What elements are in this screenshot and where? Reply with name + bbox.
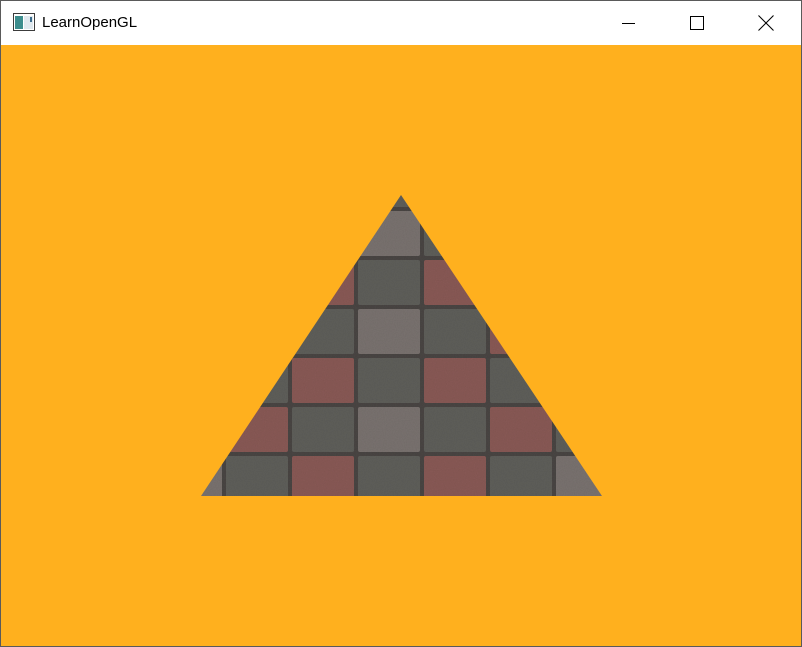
texture-tile: [622, 211, 684, 256]
texture-tile: [490, 456, 552, 496]
texture-tile: [226, 456, 288, 496]
texture-tile: [622, 456, 684, 501]
texture-tile: [556, 407, 602, 452]
texture-tile: [292, 407, 354, 452]
texture-tile: [358, 195, 420, 207]
texture-tile: [490, 358, 552, 403]
opengl-window-icon: [13, 13, 35, 31]
textured-triangle: [94, 162, 684, 550]
texture-tile: [424, 456, 486, 496]
texture-tile: [622, 407, 684, 452]
texture-tile: [292, 260, 354, 305]
texture-tile: [424, 309, 486, 354]
texture-tile: [556, 260, 602, 305]
texture-tile: [292, 358, 354, 403]
texture-tile: [490, 505, 552, 550]
texture-tile: [201, 358, 222, 403]
texture-tile: [556, 309, 602, 354]
texture-tile: [94, 309, 156, 354]
application-window: LearnOpenGL: [0, 0, 802, 647]
texture-tile: [226, 211, 288, 256]
texture-tile: [424, 195, 486, 207]
texture-tile: [94, 407, 156, 452]
texture-tile: [358, 260, 420, 305]
maximize-icon: [690, 16, 704, 30]
title-bar[interactable]: LearnOpenGL: [1, 1, 801, 45]
texture-tile: [622, 260, 684, 305]
texture-tile: [226, 260, 288, 305]
texture-tile: [201, 211, 222, 256]
texture-tile: [490, 309, 552, 354]
texture-tile: [556, 358, 602, 403]
texture-tile: [622, 309, 684, 354]
texture-tile: [622, 358, 684, 403]
texture-tile: [556, 211, 602, 256]
texture-tile: [490, 260, 552, 305]
texture-tile: [160, 505, 222, 550]
texture-tile: [424, 260, 486, 305]
texture-tile: [201, 195, 222, 207]
texture-tile: [358, 456, 420, 496]
texture-tile: [292, 195, 354, 207]
texture-tile: [94, 358, 156, 403]
texture-tile: [424, 505, 486, 550]
texture-tile: [358, 211, 420, 256]
close-button[interactable]: [732, 1, 800, 45]
texture-tile: [201, 407, 222, 452]
texture-tile: [556, 505, 618, 550]
texture-tile: [622, 505, 684, 550]
window-title: LearnOpenGL: [42, 14, 138, 31]
texture-tile: [292, 456, 354, 496]
texture-tile: [424, 407, 486, 452]
texture-tile: [226, 505, 288, 550]
texture-tile: [424, 211, 486, 256]
texture-tile: [292, 505, 354, 550]
texture-tile: [201, 456, 222, 496]
texture-tile: [292, 309, 354, 354]
texture-tile: [94, 162, 156, 207]
texture-tile: [490, 195, 552, 207]
texture-tile: [556, 195, 602, 207]
texture-tile: [358, 309, 420, 354]
opengl-viewport[interactable]: [1, 45, 801, 646]
texture-tile: [490, 407, 552, 452]
texture-tile: [94, 456, 156, 501]
minimize-icon: [622, 23, 635, 24]
texture-tile: [490, 211, 552, 256]
texture-tile: [94, 211, 156, 256]
maximize-button[interactable]: [663, 1, 731, 45]
texture-tile: [556, 456, 602, 496]
texture-tile: [226, 407, 288, 452]
texture-tile: [201, 260, 222, 305]
texture-tile: [94, 260, 156, 305]
texture-tile: [358, 358, 420, 403]
texture-tile: [226, 309, 288, 354]
texture-tile: [226, 195, 288, 207]
texture-tile: [94, 505, 156, 550]
texture-tile: [358, 505, 420, 550]
texture-tile: [424, 358, 486, 403]
render-scene: [94, 162, 684, 550]
texture-tile: [358, 407, 420, 452]
texture-tile: [201, 309, 222, 354]
minimize-button[interactable]: [594, 1, 662, 45]
texture-tile: [226, 358, 288, 403]
close-icon: [758, 15, 774, 31]
texture-tile: [622, 162, 684, 207]
texture-tile: [292, 211, 354, 256]
